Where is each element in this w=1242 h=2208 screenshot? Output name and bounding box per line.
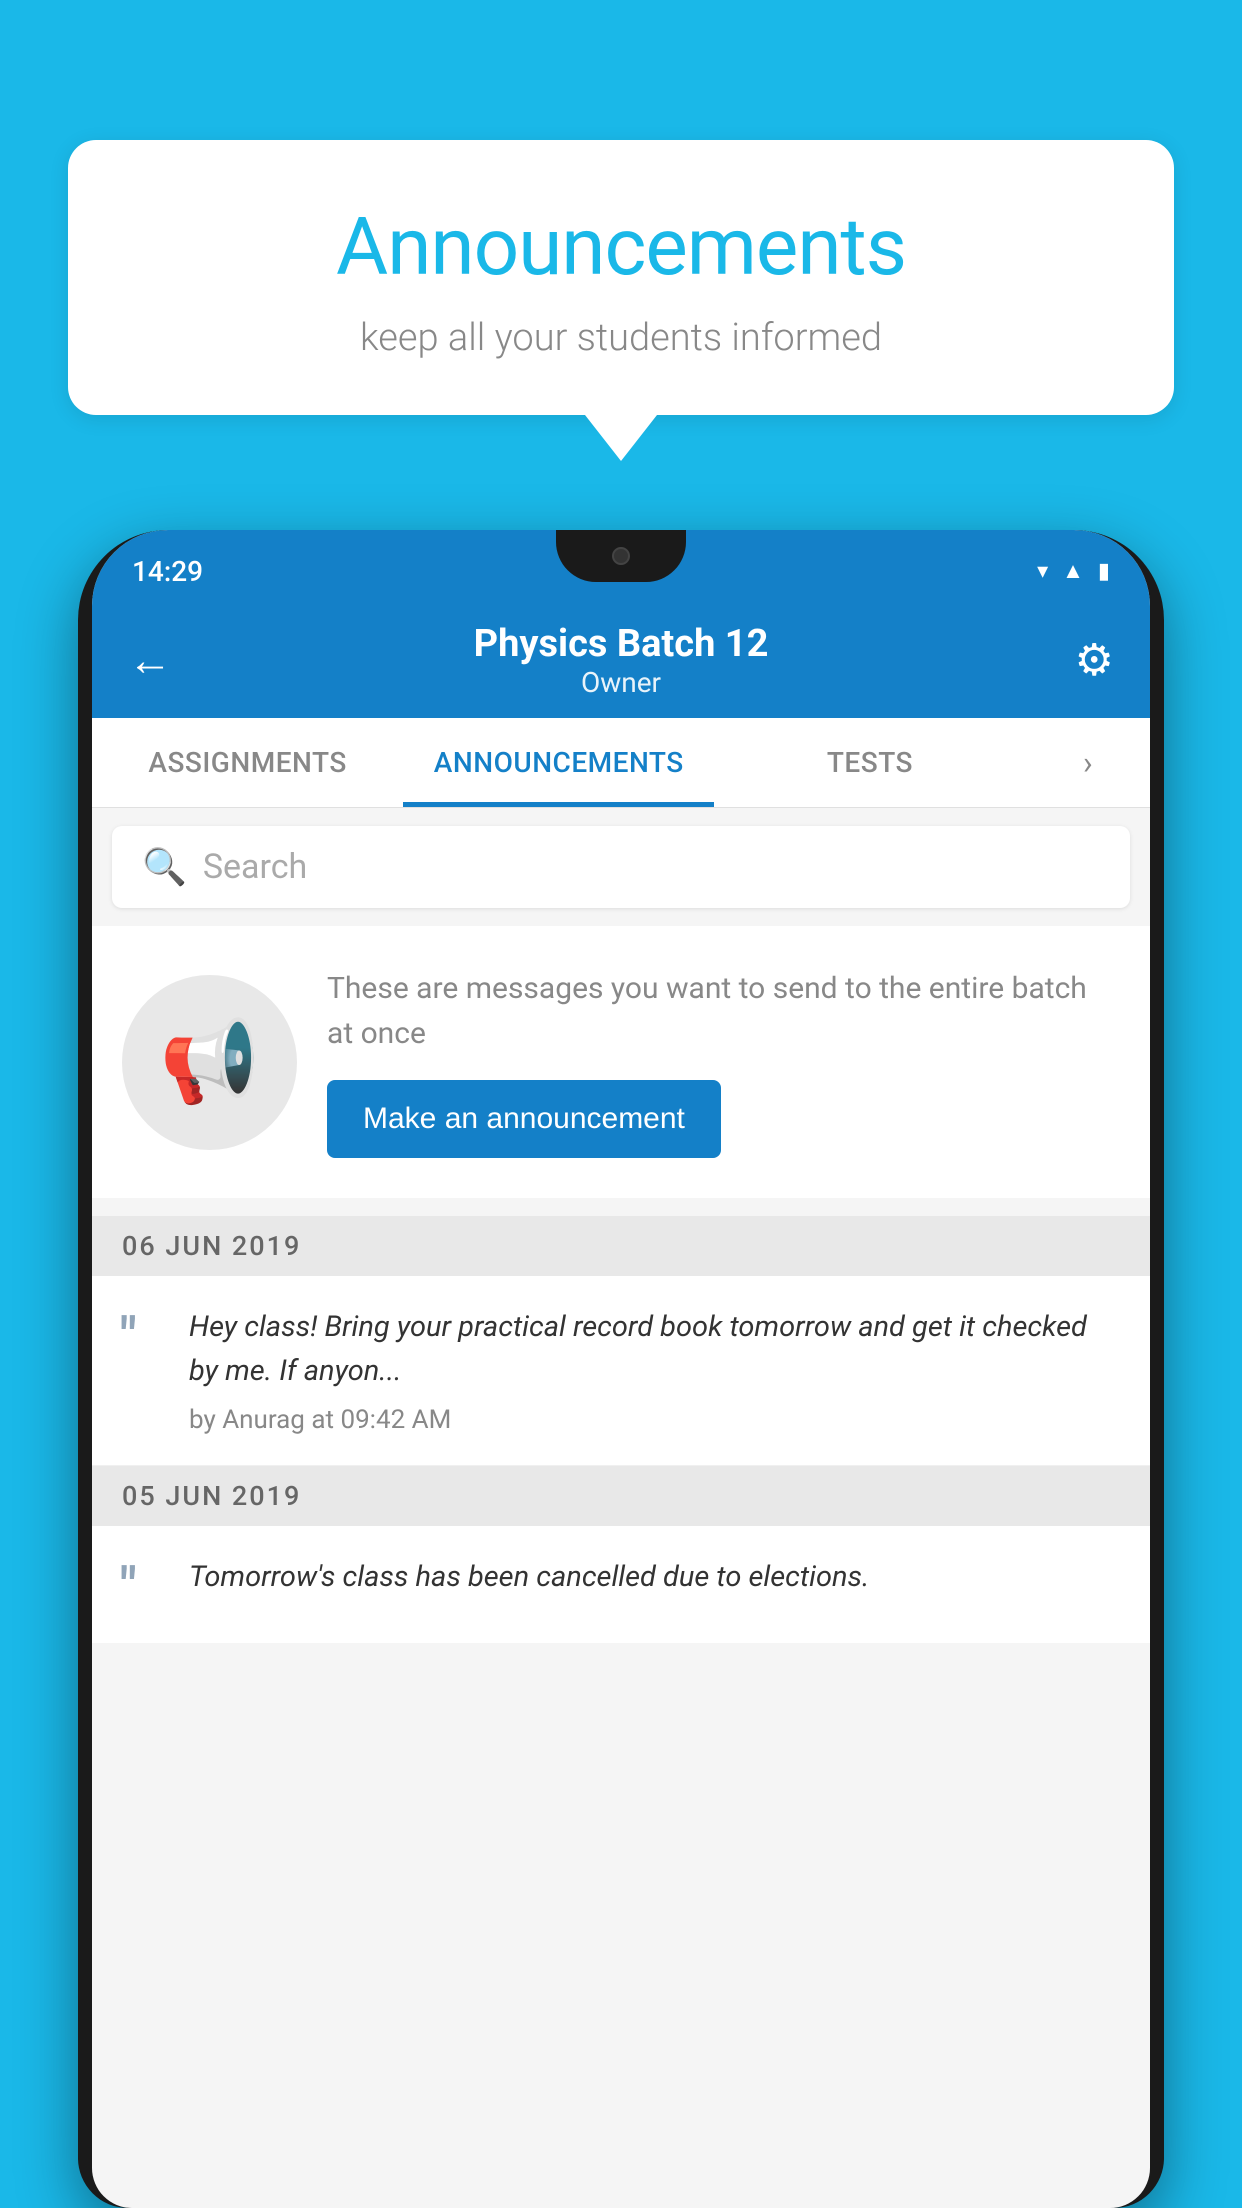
app-bar-subtitle: Owner: [474, 666, 769, 699]
tab-more[interactable]: ›: [1026, 718, 1150, 807]
date-label-2: 05 JUN 2019: [122, 1480, 301, 1512]
tab-assignments[interactable]: ASSIGNMENTS: [92, 718, 403, 807]
announcement-content-1: Hey class! Bring your practical record b…: [189, 1306, 1122, 1435]
search-bar[interactable]: 🔍 Search: [112, 826, 1130, 908]
content-area: 🔍 Search 📢 These are messages you want t…: [92, 808, 1150, 1643]
speech-bubble-section: Announcements keep all your students inf…: [68, 140, 1174, 461]
announcement-text-2: Tomorrow's class has been cancelled due …: [189, 1556, 1122, 1600]
announcement-content-2: Tomorrow's class has been cancelled due …: [189, 1556, 1122, 1612]
app-bar-title: Physics Batch 12: [474, 622, 769, 666]
search-icon: 🔍: [142, 846, 187, 888]
status-time: 14:29: [132, 555, 203, 588]
bubble-title: Announcements: [118, 200, 1124, 294]
announcement-meta-1: by Anurag at 09:42 AM: [189, 1405, 451, 1435]
date-label-1: 06 JUN 2019: [122, 1230, 301, 1262]
make-announcement-button[interactable]: Make an announcement: [327, 1080, 721, 1158]
date-separator-1: 06 JUN 2019: [92, 1216, 1150, 1276]
promo-description: These are messages you want to send to t…: [327, 966, 1120, 1056]
promo-icon-circle: 📢: [122, 975, 297, 1150]
back-button[interactable]: ←: [128, 634, 172, 686]
battery-icon: ▮: [1098, 559, 1110, 584]
wifi-icon: ▾: [1037, 559, 1048, 584]
app-bar-center: Physics Batch 12 Owner: [474, 622, 769, 699]
search-placeholder: Search: [203, 847, 307, 887]
announcement-item-2[interactable]: " Tomorrow's class has been cancelled du…: [92, 1526, 1150, 1643]
promo-card: 📢 These are messages you want to send to…: [92, 926, 1150, 1198]
announcement-text-1: Hey class! Bring your practical record b…: [189, 1306, 1122, 1393]
phone-frame: 14:29 ▾ ▲ ▮ ← Physics Batch 12 Owner ⚙ A…: [78, 530, 1164, 2208]
bubble-subtitle: keep all your students informed: [118, 316, 1124, 360]
megaphone-icon: 📢: [160, 1015, 260, 1109]
status-icons: ▾ ▲ ▮: [1037, 558, 1110, 584]
announcement-item-1[interactable]: " Hey class! Bring your practical record…: [92, 1276, 1150, 1466]
quote-icon-2: ": [120, 1561, 165, 1613]
tabs-bar: ASSIGNMENTS ANNOUNCEMENTS TESTS ›: [92, 718, 1150, 808]
phone-notch: [556, 530, 686, 582]
app-bar: ← Physics Batch 12 Owner ⚙: [92, 602, 1150, 718]
signal-icon: ▲: [1062, 558, 1084, 584]
speech-bubble: Announcements keep all your students inf…: [68, 140, 1174, 415]
settings-icon[interactable]: ⚙: [1075, 634, 1114, 686]
tab-tests[interactable]: TESTS: [714, 718, 1025, 807]
speech-bubble-tail: [585, 415, 657, 461]
tab-announcements[interactable]: ANNOUNCEMENTS: [403, 718, 714, 807]
camera-dot: [612, 547, 630, 565]
promo-content: These are messages you want to send to t…: [327, 966, 1120, 1158]
date-separator-2: 05 JUN 2019: [92, 1466, 1150, 1526]
quote-icon-1: ": [120, 1311, 165, 1363]
phone-screen: 14:29 ▾ ▲ ▮ ← Physics Batch 12 Owner ⚙ A…: [92, 530, 1150, 2208]
